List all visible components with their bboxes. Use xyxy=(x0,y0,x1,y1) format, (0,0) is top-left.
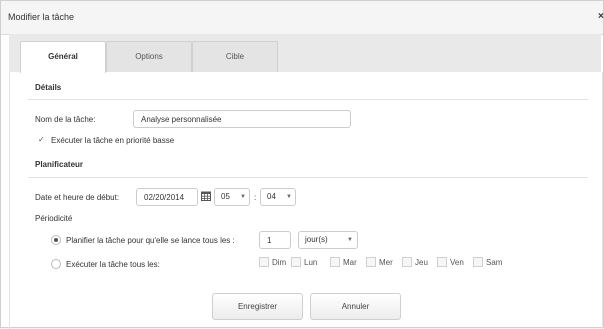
low-priority-checkbox[interactable]: ✓ xyxy=(38,135,45,144)
minute-select[interactable]: 04 ▼ xyxy=(260,188,296,206)
day-label-mer: Mer xyxy=(379,258,393,267)
task-name-input[interactable] xyxy=(133,110,351,128)
scheduler-heading: Planificateur xyxy=(35,160,84,169)
interval-value-input[interactable] xyxy=(259,231,291,249)
scheduler-divider xyxy=(28,177,588,178)
task-name-label: Nom de la tâche: xyxy=(35,115,96,124)
tab-bar: Général Options Cible xyxy=(9,34,601,73)
day-checkbox-mer[interactable] xyxy=(366,257,376,267)
day-label-dim: Dim xyxy=(272,258,287,267)
periodicity-label: Périodicité xyxy=(35,214,73,223)
cancel-button[interactable]: Annuler xyxy=(310,293,401,320)
hour-value: 05 xyxy=(221,192,230,201)
caret-down-icon: ▼ xyxy=(347,237,353,243)
day-checkbox-sam[interactable] xyxy=(473,257,483,267)
day-label-lun: Lun xyxy=(304,258,318,267)
edit-task-dialog: Modifier la tâche × Général Options Cibl… xyxy=(0,0,604,329)
day-checkbox-ven[interactable] xyxy=(437,257,447,267)
start-datetime-label: Date et heure de début: xyxy=(35,193,120,202)
interval-radio[interactable] xyxy=(51,235,61,245)
close-icon[interactable]: × xyxy=(598,11,604,22)
day-checkbox-mar[interactable] xyxy=(330,257,340,267)
day-label-sam: Sam xyxy=(486,258,503,267)
tab-general[interactable]: Général xyxy=(20,41,106,73)
weekdays-radio[interactable] xyxy=(51,259,61,269)
interval-unit-value: jour(s) xyxy=(305,235,328,244)
time-separator: : xyxy=(254,193,257,202)
day-checkbox-lun[interactable] xyxy=(291,257,301,267)
caret-down-icon: ▼ xyxy=(286,194,292,200)
caret-down-icon: ▼ xyxy=(240,194,246,200)
day-label-ven: Ven xyxy=(450,258,464,267)
day-checkbox-dim[interactable] xyxy=(259,257,269,267)
day-label-jeu: Jeu xyxy=(415,258,428,267)
weekdays-option-label: Exécuter la tâche tous les: xyxy=(66,260,160,269)
minute-value: 04 xyxy=(267,192,276,201)
interval-option-label: Planifier la tâche pour qu'elle se lance… xyxy=(66,236,235,245)
details-divider xyxy=(28,99,588,100)
start-date-input[interactable] xyxy=(136,188,198,206)
day-checkbox-jeu[interactable] xyxy=(402,257,412,267)
dialog-titlebar: Modifier la tâche × xyxy=(1,1,604,35)
dialog-title: Modifier la tâche xyxy=(8,12,75,22)
details-heading: Détails xyxy=(35,83,62,92)
tab-options[interactable]: Options xyxy=(106,41,192,72)
calendar-icon[interactable] xyxy=(201,191,211,201)
save-button[interactable]: Enregistrer xyxy=(212,293,303,320)
hour-select[interactable]: 05 ▼ xyxy=(214,188,250,206)
interval-unit-select[interactable]: jour(s) ▼ xyxy=(298,231,358,249)
day-label-mar: Mar xyxy=(343,258,357,267)
tab-target[interactable]: Cible xyxy=(192,41,278,72)
low-priority-label: Exécuter la tâche en priorité basse xyxy=(51,136,175,145)
tab-content-general: Détails Nom de la tâche: ✓ Exécuter la t… xyxy=(9,72,603,329)
